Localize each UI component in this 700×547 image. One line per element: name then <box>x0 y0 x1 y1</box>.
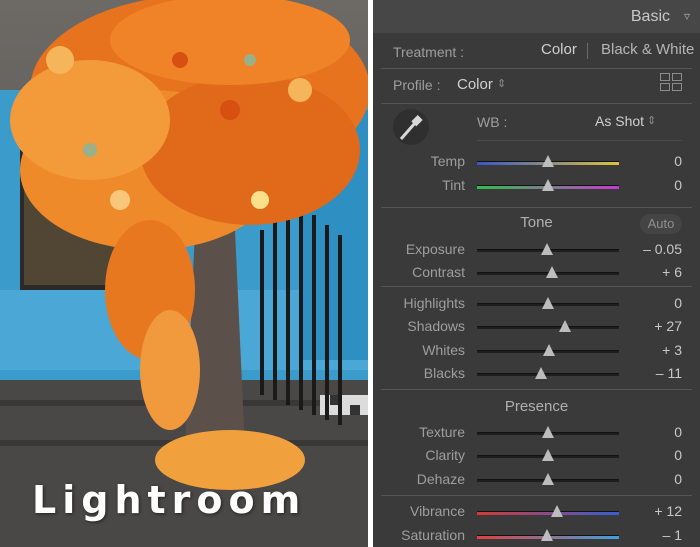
contrast-value[interactable]: + 6 <box>662 264 682 280</box>
treatment-color-button[interactable]: Color <box>541 41 577 58</box>
wb-underline <box>477 140 682 141</box>
treatment-label: Treatment : <box>393 44 465 60</box>
shadows-slider-track[interactable] <box>477 326 619 329</box>
texture-value[interactable]: 0 <box>674 424 682 440</box>
basic-panel: Basic ▿ Treatment : Color Black & White … <box>373 0 700 547</box>
dehaze-slider-row: Dehaze 0 <box>373 469 700 491</box>
vibrance-label: Vibrance <box>409 503 465 519</box>
lightroom-watermark: Lightroom <box>32 478 307 522</box>
profile-browser-grid-icon[interactable] <box>660 73 682 91</box>
profile-row: Profile : Color ⇕ <box>373 69 700 103</box>
panel-header[interactable]: Basic ▿ <box>373 0 700 33</box>
temp-slider[interactable] <box>477 155 619 169</box>
highlights-slider-thumb[interactable] <box>542 297 554 309</box>
divider <box>381 286 692 287</box>
highlights-slider-row: Highlights 0 <box>373 293 700 315</box>
treatment-divider <box>587 43 588 59</box>
vibrance-slider[interactable] <box>477 505 619 519</box>
clarity-label: Clarity <box>425 447 465 463</box>
collapse-triangle-icon[interactable]: ▿ <box>684 9 690 23</box>
exposure-value[interactable]: – 0.05 <box>643 241 682 257</box>
blacks-slider-row: Blacks – 11 <box>373 363 700 385</box>
clarity-slider-thumb[interactable] <box>542 449 554 461</box>
vibrance-slider-thumb[interactable] <box>550 505 563 517</box>
shadows-slider-thumb[interactable] <box>559 320 572 332</box>
tint-slider-row: Tint 0 <box>373 175 700 197</box>
saturation-value[interactable]: – 1 <box>663 527 682 543</box>
temp-slider-thumb[interactable] <box>542 155 554 167</box>
dehaze-slider[interactable] <box>477 473 619 487</box>
contrast-slider-row: Contrast + 6 <box>373 262 700 284</box>
temp-label: Temp <box>430 153 465 169</box>
vibrance-slider-row: Vibrance + 12 <box>373 501 700 523</box>
contrast-label: Contrast <box>412 264 465 280</box>
tint-value[interactable]: 0 <box>674 177 682 193</box>
whites-slider-row: Whites + 3 <box>373 340 700 362</box>
highlights-value[interactable]: 0 <box>674 295 682 311</box>
shadows-slider[interactable] <box>477 320 619 334</box>
presence-section-title: Presence <box>504 398 569 415</box>
blacks-slider[interactable] <box>477 367 619 381</box>
wb-dropdown-arrow-icon[interactable]: ⇕ <box>647 114 656 127</box>
profile-dropdown-arrow-icon[interactable]: ⇕ <box>497 77 506 90</box>
tint-slider-thumb[interactable] <box>542 179 554 191</box>
whites-label: Whites <box>422 342 465 358</box>
auto-tone-button[interactable]: Auto <box>640 214 682 234</box>
saturation-slider-thumb[interactable] <box>540 529 553 541</box>
dehaze-value[interactable]: 0 <box>674 471 682 487</box>
tint-label: Tint <box>442 177 465 193</box>
treatment-bw-button[interactable]: Black & White <box>601 41 694 58</box>
shadows-slider-row: Shadows + 27 <box>373 316 700 338</box>
vibrance-slider-track[interactable] <box>477 511 619 515</box>
temp-value[interactable]: 0 <box>674 153 682 169</box>
clarity-slider-row: Clarity 0 <box>373 445 700 467</box>
profile-dropdown[interactable]: Color <box>457 76 493 93</box>
divider <box>381 103 692 104</box>
eyedropper-icon[interactable] <box>391 108 431 146</box>
blacks-slider-thumb[interactable] <box>534 367 547 379</box>
shadows-label: Shadows <box>407 318 465 334</box>
panel-title: Basic <box>630 8 670 25</box>
saturation-slider[interactable] <box>477 529 619 543</box>
vibrance-value[interactable]: + 12 <box>654 503 682 519</box>
texture-slider-thumb[interactable] <box>542 426 554 438</box>
whites-value[interactable]: + 3 <box>662 342 682 358</box>
exposure-slider[interactable] <box>477 243 619 257</box>
texture-slider-row: Texture 0 <box>373 422 700 444</box>
contrast-slider[interactable] <box>477 266 619 280</box>
divider <box>381 495 692 496</box>
wb-label: WB : <box>477 114 508 130</box>
photo-preview: Lightroom <box>0 0 368 547</box>
shadows-value[interactable]: + 27 <box>654 318 682 334</box>
exposure-slider-thumb[interactable] <box>540 243 553 255</box>
whites-slider[interactable] <box>477 344 619 358</box>
texture-label: Texture <box>419 424 465 440</box>
highlights-label: Highlights <box>403 295 465 311</box>
profile-label: Profile : <box>393 77 441 93</box>
texture-slider[interactable] <box>477 426 619 440</box>
treatment-row: Treatment : Color Black & White <box>373 33 700 68</box>
clarity-slider[interactable] <box>477 449 619 463</box>
photo-scene <box>0 0 368 547</box>
blacks-slider-track[interactable] <box>477 373 619 376</box>
exposure-label: Exposure <box>405 241 465 257</box>
whites-slider-thumb[interactable] <box>543 344 556 356</box>
exposure-slider-row: Exposure – 0.05 <box>373 239 700 261</box>
dehaze-label: Dehaze <box>416 471 465 487</box>
saturation-slider-row: Saturation – 1 <box>373 525 700 547</box>
railings <box>260 210 342 425</box>
tint-slider[interactable] <box>477 179 619 193</box>
divider <box>381 207 692 208</box>
blacks-label: Blacks <box>423 365 465 381</box>
wb-dropdown[interactable]: As Shot <box>595 113 644 129</box>
saturation-label: Saturation <box>401 527 465 543</box>
blacks-value[interactable]: – 11 <box>656 365 682 381</box>
temp-slider-row: Temp 0 <box>373 151 700 173</box>
dehaze-slider-thumb[interactable] <box>542 473 554 485</box>
highlights-slider[interactable] <box>477 297 619 311</box>
clarity-value[interactable]: 0 <box>674 447 682 463</box>
divider <box>381 389 692 390</box>
contrast-slider-thumb[interactable] <box>546 266 559 278</box>
